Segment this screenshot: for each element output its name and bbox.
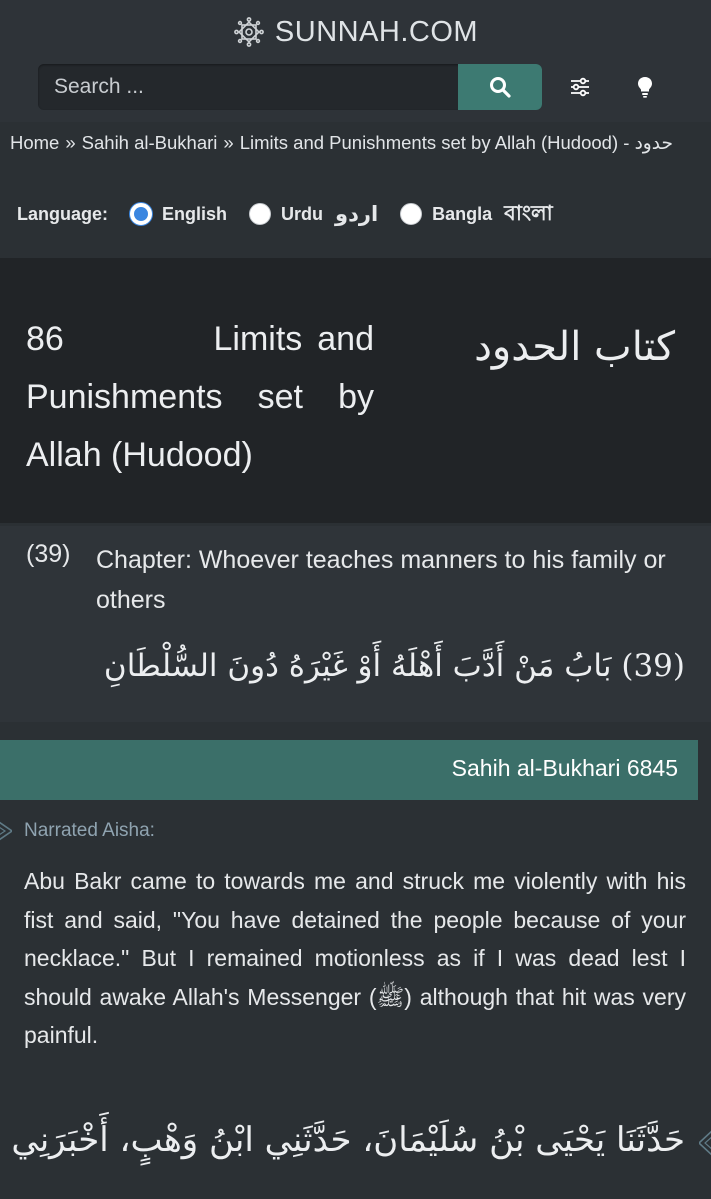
ornament-icon bbox=[0, 821, 12, 841]
language-option-label: Urdu bbox=[281, 203, 324, 224]
book-number: 86 bbox=[26, 320, 64, 358]
chapter-number: (39) bbox=[26, 540, 71, 568]
language-option-urdu[interactable]: Urdu اردو bbox=[249, 202, 378, 227]
chapter-title-arabic: (39) بَابُ مَنْ أَدَّبَ أَهْلَهُ أَوْ غَ… bbox=[104, 648, 685, 684]
ornament-icon bbox=[699, 1130, 711, 1156]
settings-button[interactable] bbox=[567, 74, 593, 100]
book-header: 86 Limits and Punishments set by Allah (… bbox=[0, 258, 711, 523]
language-option-label: English bbox=[162, 203, 228, 224]
site-name: SUNNAH.COM bbox=[274, 15, 479, 48]
lightbulb-icon bbox=[638, 77, 652, 98]
hadith-reference-bar: Sahih al-Bukhari 6845 bbox=[0, 740, 698, 800]
language-label: Language: bbox=[17, 203, 109, 224]
search-button[interactable] bbox=[458, 64, 542, 110]
top-bar: SUNNAH.COM bbox=[0, 0, 711, 122]
language-option-english[interactable]: English bbox=[130, 203, 227, 225]
radio-english[interactable] bbox=[130, 203, 153, 225]
breadcrumb-separator: » bbox=[223, 132, 234, 153]
breadcrumb-separator: » bbox=[65, 132, 76, 153]
breadcrumb-current-book: Limits and Punishments set by Allah (Hud… bbox=[239, 132, 673, 153]
language-selector: Language: English Urdu اردو Bangla বাংলা bbox=[17, 196, 575, 232]
book-title-en: Limits and Punishments set by Allah (Hud… bbox=[26, 320, 374, 474]
language-option-label: Bangla bbox=[432, 203, 493, 224]
chapter-title-ar: بَابُ مَنْ أَدَّبَ أَهْلَهُ أَوْ غَيْرَه… bbox=[103, 648, 612, 684]
book-title-english: 86 Limits and Punishments set by Allah (… bbox=[26, 310, 374, 484]
hadith-text-arabic: حَدَّثَنَا يَحْيَى بْنُ سُلَيْمَانَ، حَد… bbox=[11, 1120, 685, 1160]
logo-pattern-icon bbox=[234, 17, 264, 47]
breadcrumb-home-link[interactable]: Home bbox=[10, 132, 59, 153]
hadith-narrator: Narrated Aisha: bbox=[24, 820, 155, 841]
language-option-native: বাংলা bbox=[504, 201, 553, 225]
theme-toggle-button[interactable] bbox=[632, 74, 658, 100]
chapter-title-english: Chapter: Whoever teaches manners to his … bbox=[96, 546, 666, 614]
breadcrumb: Home» Sahih al-Bukhari» Limits and Punishm… bbox=[0, 122, 711, 164]
language-option-native: اردو bbox=[335, 202, 379, 226]
site-logo[interactable]: SUNNAH.COM bbox=[0, 12, 711, 52]
breadcrumb-collection-link[interactable]: Sahih al-Bukhari bbox=[82, 132, 218, 153]
hadith-text-english: Abu Bakr came to towards me and struck m… bbox=[24, 868, 686, 1048]
search-box bbox=[38, 64, 542, 110]
book-title-arabic: كتاب الحدود bbox=[474, 324, 675, 370]
radio-bangla[interactable] bbox=[400, 203, 423, 225]
search-icon bbox=[490, 77, 511, 98]
chapter-number-arabic: (39) bbox=[621, 648, 685, 684]
language-option-bangla[interactable]: Bangla বাংলা bbox=[400, 197, 553, 232]
hadith-reference[interactable]: Sahih al-Bukhari 6845 bbox=[452, 755, 678, 782]
chapter-header: (39) Chapter: Whoever teaches manners to… bbox=[0, 526, 711, 722]
sliders-icon bbox=[571, 77, 589, 97]
search-input[interactable] bbox=[38, 64, 458, 110]
radio-urdu[interactable] bbox=[249, 203, 272, 225]
